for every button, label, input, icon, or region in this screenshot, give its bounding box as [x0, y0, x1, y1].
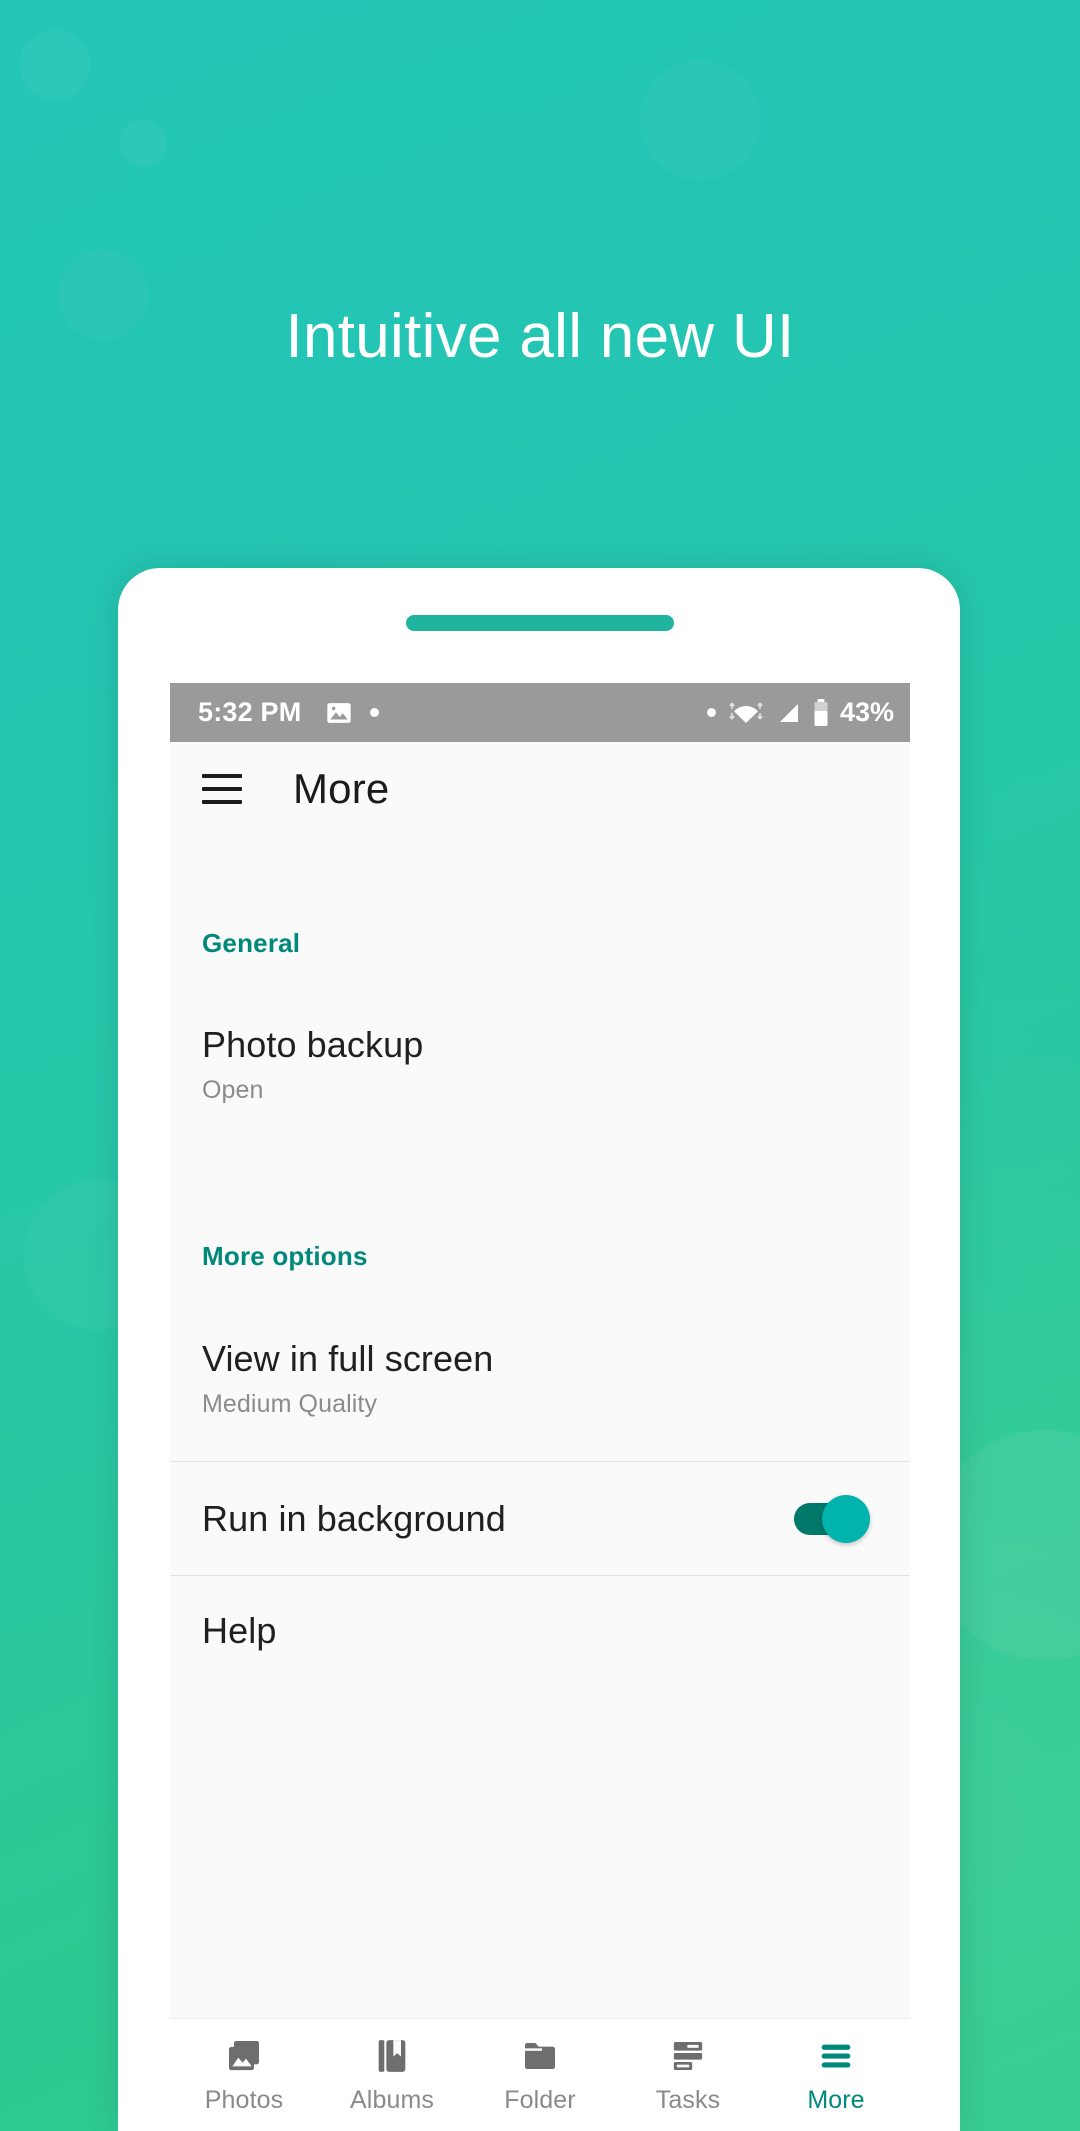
toggle-thumb — [822, 1494, 870, 1543]
list-item-title: Run in background — [202, 1497, 506, 1539]
page-title: More — [293, 765, 390, 812]
list-item-title: Photo backup — [202, 1024, 424, 1065]
settings-list: General Photo backup Open More options V… — [170, 836, 910, 2018]
list-item-title: Help — [202, 1610, 277, 1651]
status-left-icons — [325, 699, 380, 727]
section-header-general: General — [202, 928, 301, 958]
promo-banner: Intuitive all new UI 5:32 PM 43% More Ge… — [0, 0, 1080, 2131]
list-item-subtitle: Medium Quality — [202, 1390, 378, 1418]
list-item-title: View in full screen — [202, 1338, 494, 1379]
nav-item-albums[interactable]: Albums — [318, 2035, 466, 2115]
signal-icon — [776, 699, 803, 727]
nav-item-tasks[interactable]: Tasks — [614, 2035, 762, 2115]
more-icon — [815, 2035, 857, 2077]
run-in-background-toggle[interactable] — [794, 1494, 870, 1543]
phone-screen: 5:32 PM 43% More General Photo backup Op… — [170, 683, 910, 2131]
nav-label: Tasks — [655, 2086, 721, 2114]
nav-item-folder[interactable]: Folder — [466, 2035, 614, 2115]
section-header-more-options: More options — [202, 1241, 368, 1271]
photos-icon — [223, 2035, 265, 2077]
background-texture-blob — [640, 60, 760, 180]
background-texture-blob — [20, 30, 90, 100]
albums-icon — [371, 2035, 413, 2077]
image-icon — [325, 699, 353, 727]
tasks-icon — [667, 2035, 709, 2077]
nav-label: More — [807, 2086, 865, 2114]
wifi-icon — [725, 699, 767, 727]
list-item-help[interactable]: Help — [170, 1576, 910, 1686]
list-item-view-in-full-screen[interactable]: View in full screen Medium Quality — [170, 1272, 910, 1461]
nav-label: Photos — [204, 2086, 284, 2114]
phone-speaker-grille — [406, 615, 674, 631]
battery-icon — [812, 698, 830, 728]
status-time: 5:32 PM — [198, 697, 302, 727]
folder-icon — [519, 2035, 561, 2077]
battery-percent: 43% — [839, 697, 894, 727]
list-item-run-in-background[interactable]: Run in background — [170, 1462, 910, 1575]
hamburger-icon[interactable] — [202, 774, 242, 804]
nav-item-photos[interactable]: Photos — [170, 2035, 318, 2115]
app-bar: More — [170, 742, 910, 836]
nav-label: Folder — [504, 2086, 576, 2114]
bottom-navigation-bar: Photos Albums Folder Tasks More — [170, 2018, 910, 2131]
dot-icon — [370, 708, 380, 717]
nav-item-more[interactable]: More — [762, 2035, 910, 2115]
background-texture-blob — [120, 120, 166, 166]
promo-headline: Intuitive all new UI — [285, 302, 795, 371]
dot-icon — [706, 708, 716, 717]
status-right-icons: 43% — [706, 697, 894, 728]
status-bar: 5:32 PM 43% — [170, 683, 910, 742]
list-item-subtitle: Open — [202, 1076, 264, 1104]
nav-label: Albums — [350, 2086, 434, 2114]
list-item-photo-backup[interactable]: Photo backup Open — [170, 959, 910, 1163]
